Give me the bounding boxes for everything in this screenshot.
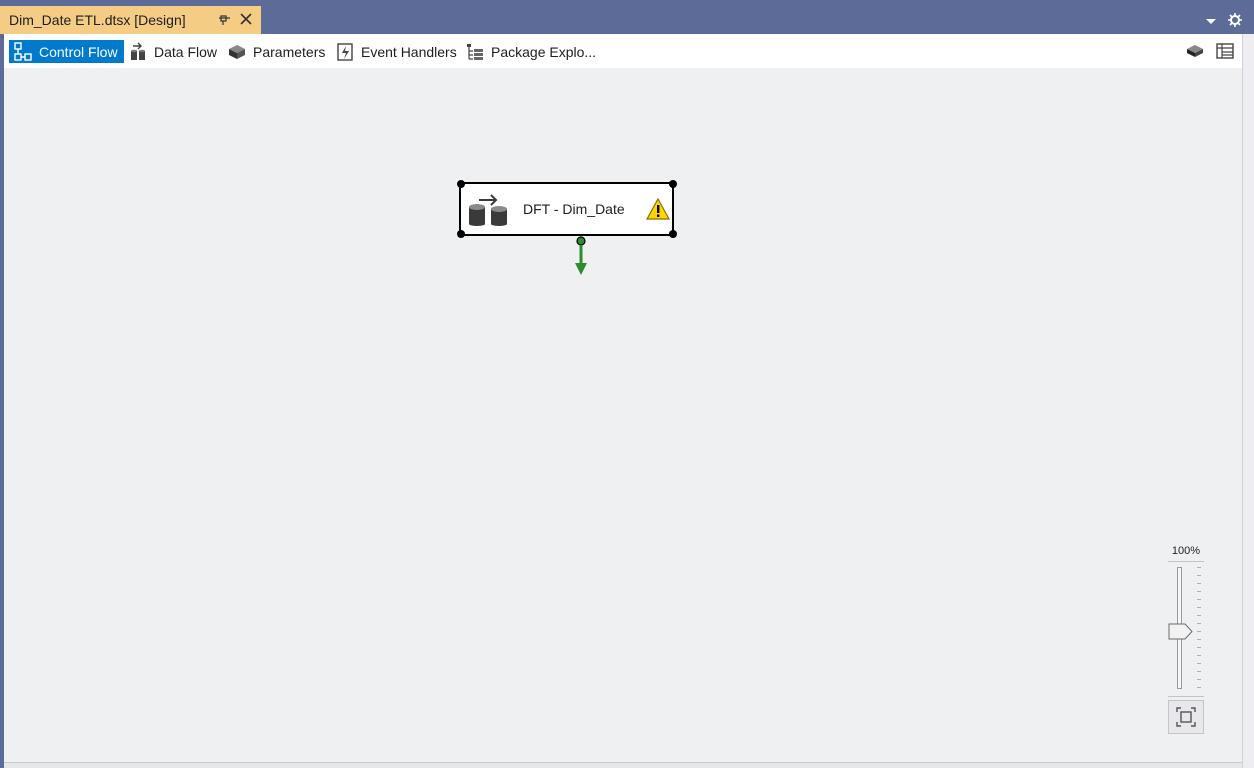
- resize-handle-bottom-right[interactable]: [669, 230, 677, 238]
- precedence-constraint-arrow[interactable]: [570, 236, 592, 278]
- data-flow-task-icon: [469, 194, 507, 226]
- variables-icon[interactable]: [1185, 41, 1205, 61]
- package-explorer-icon: [465, 42, 485, 62]
- document-tab-bar: Dim_Date ETL.dtsx [Design]: [0, 0, 1254, 34]
- tab-control-flow[interactable]: Control Flow: [9, 40, 124, 63]
- canvas-bottom-border: [4, 762, 1242, 768]
- resize-handle-bottom-left[interactable]: [457, 230, 465, 238]
- close-icon[interactable]: [239, 12, 253, 26]
- vertical-scrollbar[interactable]: [1242, 34, 1254, 768]
- tab-label: Parameters: [253, 43, 326, 60]
- tab-label: Event Handlers: [361, 43, 457, 60]
- zoom-slider-thumb[interactable]: [1168, 623, 1194, 640]
- document-tab[interactable]: Dim_Date ETL.dtsx [Design]: [0, 6, 261, 34]
- chevron-down-icon[interactable]: [1205, 16, 1217, 26]
- zoom-level-label: 100%: [1171, 545, 1201, 557]
- parameters-icon: [227, 42, 247, 62]
- tab-parameters[interactable]: Parameters: [223, 40, 331, 63]
- zoom-slider-ticks: [1197, 567, 1201, 689]
- zoom-to-fit-icon: [1176, 707, 1196, 727]
- warning-icon: [646, 198, 670, 220]
- event-handlers-icon: [335, 42, 355, 62]
- properties-icon[interactable]: [1215, 41, 1235, 61]
- zoom-divider: [1168, 696, 1204, 697]
- tab-label: Control Flow: [39, 43, 118, 60]
- control-flow-canvas[interactable]: [4, 68, 1242, 762]
- zoom-to-fit-button[interactable]: [1168, 700, 1204, 734]
- task-label: DFT - Dim_Date: [523, 201, 625, 217]
- document-tab-title: Dim_Date ETL.dtsx [Design]: [9, 12, 186, 28]
- tab-label: Package Explo...: [491, 43, 597, 60]
- control-flow-icon: [13, 41, 33, 62]
- pin-icon[interactable]: [217, 12, 231, 26]
- gear-icon[interactable]: [1228, 13, 1242, 27]
- resize-handle-top-right[interactable]: [669, 180, 677, 188]
- tab-event-handlers[interactable]: Event Handlers: [331, 40, 463, 63]
- tab-package-explorer[interactable]: Package Explo...: [461, 40, 602, 63]
- tab-label: Data Flow: [154, 43, 218, 60]
- data-flow-task[interactable]: DFT - Dim_Date: [459, 182, 674, 236]
- zoom-divider: [1168, 561, 1204, 562]
- resize-handle-top-left[interactable]: [457, 180, 465, 188]
- data-flow-icon: [128, 42, 148, 62]
- tab-data-flow[interactable]: Data Flow: [124, 40, 223, 63]
- designer-toolbar: Control Flow Data Flow Parameters Event …: [4, 34, 1242, 68]
